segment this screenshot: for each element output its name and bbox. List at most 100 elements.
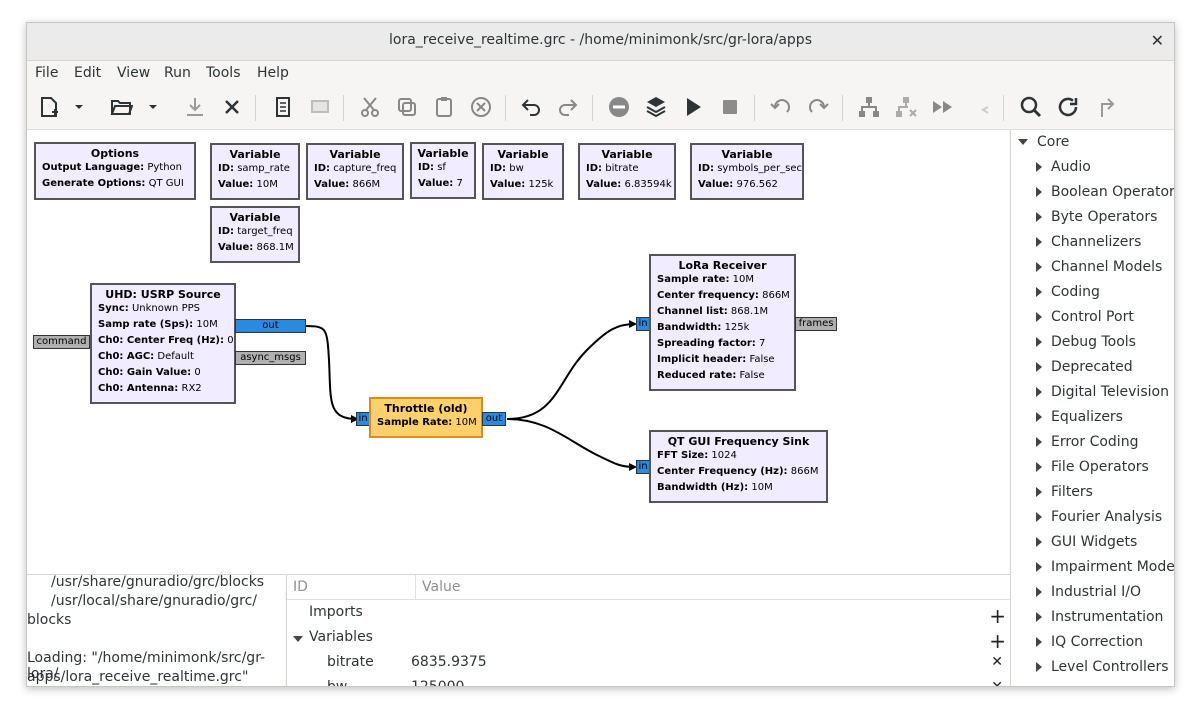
tree-item-filters[interactable]: Filters: [1036, 484, 1093, 500]
tree-item-deprecated[interactable]: Deprecated: [1036, 359, 1133, 375]
menu-run[interactable]: Run: [164, 65, 191, 81]
reload-icon[interactable]: [1054, 93, 1082, 121]
open-folder-icon[interactable]: [107, 93, 135, 121]
dropdown-icon[interactable]: [71, 93, 87, 121]
tree-item-fourier-analysis[interactable]: Fourier Analysis: [1036, 509, 1162, 525]
variable-block-bitrate[interactable]: Variable ID: bitrate Value: 6.83594k: [578, 143, 676, 200]
variable-block-target-freq[interactable]: Variable ID: target_freq Value: 868.1M: [210, 206, 300, 263]
port-command[interactable]: command: [33, 335, 90, 349]
variable-block-sf[interactable]: Variable ID: sf Value: 7: [410, 142, 476, 199]
tree-item-audio[interactable]: Audio: [1036, 159, 1091, 175]
exit-icon[interactable]: [1093, 93, 1121, 121]
tree-item-instrumentation[interactable]: Instrumentation: [1036, 609, 1163, 625]
variable-block-symbols-per-sec[interactable]: Variable ID: symbols_per_sec Value: 976.…: [690, 143, 804, 200]
bypass-icon[interactable]: [642, 93, 670, 121]
stop-icon[interactable]: [716, 93, 744, 121]
dropdown-icon[interactable]: [145, 93, 161, 121]
tree-item-channelizers[interactable]: Channelizers: [1036, 234, 1141, 250]
col-id-header[interactable]: ID: [293, 579, 308, 595]
connection-usrp-throttle: [304, 325, 358, 420]
disable-icon[interactable]: [605, 93, 633, 121]
chevron-right-icon: [1036, 362, 1042, 372]
port-lora-in[interactable]: in: [636, 317, 650, 331]
chevron-right-icon: [1036, 637, 1042, 647]
connect-icon[interactable]: [855, 93, 883, 121]
disconnect-icon[interactable]: [892, 93, 920, 121]
window-title: lora_receive_realtime.grc - /home/minimo…: [389, 32, 812, 48]
tree-item-digital-television[interactable]: Digital Television: [1036, 384, 1169, 400]
remove-variable-icon[interactable]: ✕: [991, 679, 1003, 686]
menu-help[interactable]: Help: [257, 65, 289, 81]
throttle-block[interactable]: Throttle (old) Sample Rate: 10M: [369, 397, 483, 438]
variable-block-capture-freq[interactable]: Variable ID: capture_freq Value: 866M: [306, 143, 404, 200]
usrp-source-block[interactable]: UHD: USRP Source Sync: Unknown PPS Samp …: [90, 283, 236, 404]
console-line: blocks: [27, 612, 72, 628]
screenshot-icon[interactable]: [306, 93, 334, 121]
tree-item-coding[interactable]: Coding: [1036, 284, 1100, 300]
port-throttle-out[interactable]: out: [482, 412, 506, 426]
new-file-icon[interactable]: [35, 93, 63, 121]
chevron-right-icon: [1036, 512, 1042, 522]
tree-item-control-port[interactable]: Control Port: [1036, 309, 1134, 325]
menu-edit[interactable]: Edit: [74, 65, 101, 81]
flowgraph-canvas[interactable]: Options Output Language: Python Generate…: [27, 130, 1009, 574]
variable-row[interactable]: bw 125000 ✕: [287, 675, 1010, 686]
chevron-right-icon: [1036, 262, 1042, 272]
tree-item-file-operators[interactable]: File Operators: [1036, 459, 1149, 475]
close-window-button[interactable]: ✕: [1151, 31, 1164, 50]
tree-item-iq-correction[interactable]: IQ Correction: [1036, 634, 1143, 650]
variable-block-bw[interactable]: Variable ID: bw Value: 125k: [482, 143, 564, 200]
chevron-right-icon: [1036, 212, 1042, 222]
copy-icon[interactable]: [393, 93, 421, 121]
port-async-msgs[interactable]: async_msgs: [235, 351, 306, 365]
tree-item-boolean-operators[interactable]: Boolean Operators: [1036, 184, 1174, 200]
cut-icon[interactable]: [356, 93, 384, 121]
remove-variable-icon[interactable]: ✕: [991, 654, 1003, 670]
qt-gui-frequency-sink-block[interactable]: QT GUI Frequency Sink FFT Size: 1024 Cen…: [649, 430, 828, 503]
block-library-tree[interactable]: Core Audio Boolean Operators Byte Operator…: [1010, 130, 1174, 686]
tree-item-debug-tools[interactable]: Debug Tools: [1036, 334, 1136, 350]
chevron-right-icon: [1036, 662, 1042, 672]
tree-item-core[interactable]: Core: [1018, 134, 1069, 150]
save-icon[interactable]: [181, 93, 209, 121]
rotate-cw-icon[interactable]: [804, 93, 832, 121]
variable-block-samp-rate[interactable]: Variable ID: samp_rate Value: 10M: [210, 143, 300, 200]
lora-receiver-block[interactable]: LoRa Receiver Sample rate: 10M Center fr…: [649, 254, 796, 391]
port-frames[interactable]: frames: [795, 317, 837, 331]
imports-row[interactable]: Imports +: [287, 600, 1010, 628]
variables-row[interactable]: Variables +: [287, 625, 1010, 653]
tree-item-byte-operators[interactable]: Byte Operators: [1036, 209, 1157, 225]
chevron-right-icon: [1036, 462, 1042, 472]
rotate-ccw-icon[interactable]: [767, 93, 795, 121]
port-usrp-out[interactable]: out: [235, 319, 306, 333]
options-block[interactable]: Options Output Language: Python Generate…: [34, 142, 196, 200]
chevron-right-icon: [1036, 337, 1042, 347]
print-icon[interactable]: [269, 93, 297, 121]
tree-item-error-coding[interactable]: Error Coding: [1036, 434, 1138, 450]
console-line: /usr/share/gnuradio/grc/blocks: [51, 574, 265, 590]
menu-file[interactable]: File: [35, 65, 58, 81]
search-icon[interactable]: [1017, 93, 1045, 121]
variables-header: ID Value: [287, 575, 1010, 600]
forward-icon[interactable]: [929, 93, 957, 121]
close-icon[interactable]: [218, 93, 246, 121]
chevron-down-icon: [1018, 139, 1028, 145]
tree-item-equalizers[interactable]: Equalizers: [1036, 409, 1123, 425]
run-icon[interactable]: [679, 93, 707, 121]
menu-tools[interactable]: Tools: [206, 65, 241, 81]
variable-row[interactable]: bitrate 6835.9375 ✕: [287, 650, 1010, 675]
tree-item-industrial-i-o[interactable]: Industrial I/O: [1036, 584, 1141, 600]
menu-view[interactable]: View: [117, 65, 150, 81]
tree-item-level-controllers[interactable]: Level Controllers: [1036, 659, 1169, 675]
col-value-header[interactable]: Value: [415, 575, 460, 599]
redo-icon[interactable]: [554, 93, 582, 121]
tree-item-channel-models[interactable]: Channel Models: [1036, 259, 1162, 275]
tree-item-impairment-models[interactable]: Impairment Models: [1036, 559, 1174, 575]
port-throttle-in[interactable]: in: [356, 412, 370, 426]
delete-icon[interactable]: [467, 93, 495, 121]
back-icon[interactable]: [966, 93, 994, 121]
undo-icon[interactable]: [517, 93, 545, 121]
paste-icon[interactable]: [430, 93, 458, 121]
port-qtgui-in[interactable]: in: [636, 460, 650, 474]
tree-item-gui-widgets[interactable]: GUI Widgets: [1036, 534, 1137, 550]
